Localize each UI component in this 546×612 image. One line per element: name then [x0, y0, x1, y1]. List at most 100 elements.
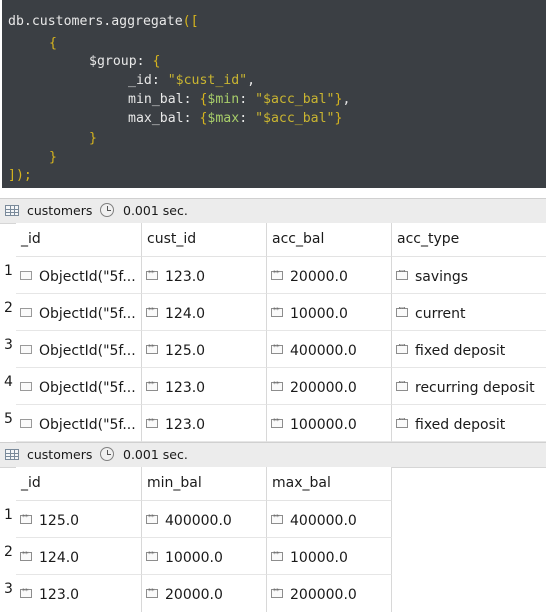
string-type-icon — [396, 269, 408, 280]
row-number: 2 — [4, 300, 13, 316]
table-grid-icon[interactable] — [5, 205, 19, 216]
row-number: 3 — [4, 581, 13, 597]
code-max-key: max_bal — [128, 111, 184, 126]
string-type-icon — [396, 380, 408, 391]
row-number: 1 — [4, 263, 13, 279]
cell-acc-bal[interactable]: 20000.0 — [267, 257, 392, 294]
cell-max-bal[interactable]: 10000.0 — [267, 538, 392, 575]
code-max-operator: $max — [207, 111, 240, 126]
number-type-icon — [20, 550, 32, 561]
cell-value: ObjectId("5f... — [39, 306, 136, 322]
code-line-5: min_bal: {$min: "$acc_bal"}, — [128, 92, 350, 107]
table-grid-icon[interactable] — [5, 449, 19, 460]
cell-min-bal[interactable]: 10000.0 — [142, 538, 267, 575]
cell-id[interactable]: ObjectId("5f... — [16, 294, 142, 331]
code-line-8: } — [49, 150, 57, 165]
cell-acc-bal[interactable]: 10000.0 — [267, 294, 392, 331]
cell-value: 400000.0 — [290, 343, 357, 359]
cell-value: recurring deposit — [415, 380, 535, 396]
code-colon: : — [239, 111, 256, 126]
cell-min-bal[interactable]: 20000.0 — [142, 575, 267, 612]
query-editor[interactable]: db.customers.aggregate([ { $group: { _id… — [2, 0, 546, 188]
cell-max-bal[interactable]: 400000.0 — [267, 501, 392, 538]
row-number: 5 — [4, 411, 13, 427]
cell-value: 400000.0 — [165, 513, 232, 529]
collection-name: customers — [27, 203, 93, 218]
cell-id[interactable]: 124.0 — [16, 538, 142, 575]
cell-max-bal[interactable]: 200000.0 — [267, 575, 392, 612]
cell-acc-bal[interactable]: 200000.0 — [267, 368, 392, 405]
code-brace: { — [152, 54, 161, 69]
string-type-icon — [396, 417, 408, 428]
column-header-acc-bal[interactable]: acc_bal — [267, 223, 392, 257]
cell-acc-bal[interactable]: 400000.0 — [267, 331, 392, 368]
cell-acc-type[interactable]: fixed deposit — [392, 331, 546, 368]
cell-id[interactable]: ObjectId("5f... — [16, 405, 142, 442]
cell-min-bal[interactable]: 400000.0 — [142, 501, 267, 538]
code-open-bracket: ([ — [182, 14, 199, 29]
cell-value: 200000.0 — [290, 587, 357, 603]
object-type-icon — [20, 308, 32, 317]
cell-value: 200000.0 — [290, 380, 357, 396]
cell-acc-type[interactable]: recurring deposit — [392, 368, 546, 405]
cell-cust-id[interactable]: 123.0 — [142, 257, 267, 294]
result-2-toolbar: customers 0.001 sec. — [0, 442, 546, 468]
cell-value: 20000.0 — [290, 269, 348, 285]
number-type-icon — [146, 587, 158, 598]
query-time: 0.001 sec. — [123, 203, 188, 218]
cell-value: 123.0 — [165, 417, 206, 433]
column-header-id[interactable]: _id — [16, 467, 142, 501]
number-type-icon — [20, 587, 32, 598]
cell-value: 400000.0 — [290, 513, 357, 529]
cell-value: ObjectId("5f... — [39, 269, 136, 285]
number-type-icon — [271, 513, 283, 524]
string-type-icon — [396, 343, 408, 354]
cell-acc-type[interactable]: savings — [392, 257, 546, 294]
clock-icon — [100, 203, 114, 217]
collection-name: customers — [27, 447, 93, 462]
code-colon: : — [183, 92, 200, 107]
code-brace: } — [334, 111, 343, 126]
cell-id[interactable]: 123.0 — [16, 575, 142, 612]
result-1-toolbar: customers 0.001 sec. — [0, 198, 546, 224]
number-type-icon — [271, 269, 283, 280]
cell-acc-type[interactable]: current — [392, 294, 546, 331]
number-type-icon — [146, 380, 158, 391]
cell-cust-id[interactable]: 123.0 — [142, 368, 267, 405]
cell-value: ObjectId("5f... — [39, 380, 136, 396]
number-type-icon — [146, 513, 158, 524]
cell-value: 100000.0 — [290, 417, 357, 433]
number-type-icon — [146, 306, 158, 317]
cell-acc-type[interactable]: fixed deposit — [392, 405, 546, 442]
cell-cust-id[interactable]: 125.0 — [142, 331, 267, 368]
column-header-acc-type[interactable]: acc_type — [392, 223, 546, 257]
code-max-value: "$acc_bal" — [255, 111, 335, 126]
cell-cust-id[interactable]: 124.0 — [142, 294, 267, 331]
string-type-icon — [396, 306, 408, 317]
cell-value: 10000.0 — [290, 550, 348, 566]
query-time: 0.001 sec. — [123, 447, 188, 462]
code-colon: : — [136, 54, 153, 69]
code-min-key: min_bal — [128, 92, 184, 107]
cell-value: current — [415, 306, 466, 322]
cell-id[interactable]: 125.0 — [16, 501, 142, 538]
object-type-icon — [20, 345, 32, 354]
code-line-2: { — [49, 36, 57, 51]
code-line-1: db.customers.aggregate([ — [8, 14, 199, 29]
column-header-cust-id[interactable]: cust_id — [142, 223, 267, 257]
cell-id[interactable]: ObjectId("5f... — [16, 331, 142, 368]
object-type-icon — [20, 382, 32, 391]
number-type-icon — [20, 513, 32, 524]
cell-id[interactable]: ObjectId("5f... — [16, 257, 142, 294]
cell-cust-id[interactable]: 123.0 — [142, 405, 267, 442]
code-id-value: "$cust_id" — [167, 73, 248, 88]
column-header-id[interactable]: _id — [16, 223, 142, 257]
column-header-max-bal[interactable]: max_bal — [267, 467, 392, 501]
code-min-value: "$acc_bal" — [255, 92, 335, 107]
cell-id[interactable]: ObjectId("5f... — [16, 368, 142, 405]
column-header-min-bal[interactable]: min_bal — [142, 467, 267, 501]
number-type-icon — [271, 587, 283, 598]
cell-value: 10000.0 — [290, 306, 348, 322]
cell-acc-bal[interactable]: 100000.0 — [267, 405, 392, 442]
code-group-key: $group — [89, 54, 137, 69]
